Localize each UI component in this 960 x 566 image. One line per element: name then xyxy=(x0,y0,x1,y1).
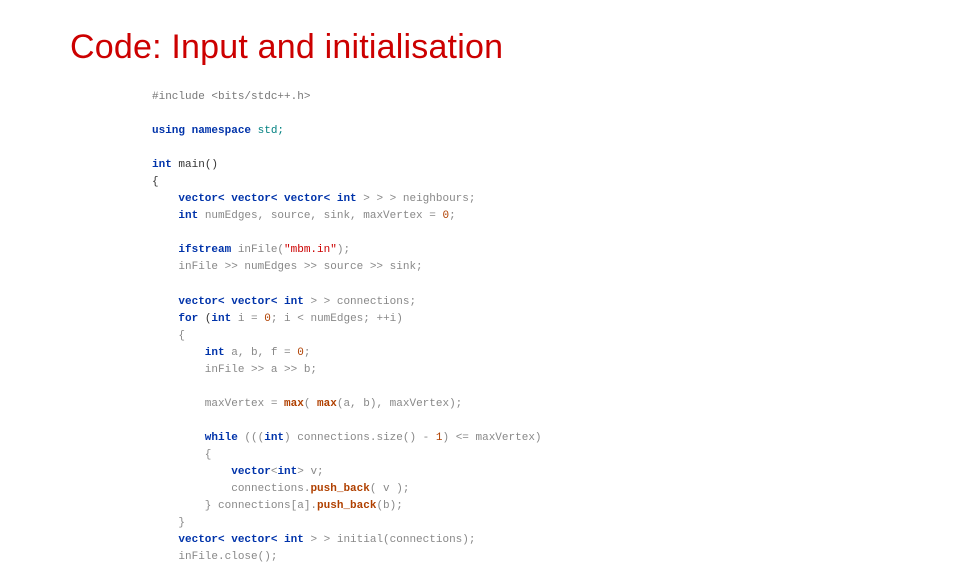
code-line: inFile >> a >> b; xyxy=(152,362,890,379)
code-line xyxy=(152,140,890,157)
code-line xyxy=(152,277,890,294)
code-line: { xyxy=(152,328,890,345)
code-line: vector<int> v; xyxy=(152,464,890,481)
code-line xyxy=(152,413,890,430)
code-line: int numEdges, source, sink, maxVertex = … xyxy=(152,208,890,225)
code-line: vector< vector< int > > connections; xyxy=(152,294,890,311)
code-line: connections.push_back( v ); xyxy=(152,481,890,498)
code-line: } connections[a].push_back(b); xyxy=(152,498,890,515)
code-block: #include <bits/stdc++.h> using namespace… xyxy=(70,89,890,566)
code-line: vector< vector< int > > initial(connecti… xyxy=(152,532,890,549)
code-line: #include <bits/stdc++.h> xyxy=(152,89,890,106)
code-line xyxy=(152,225,890,242)
code-line: { xyxy=(152,174,890,191)
code-line: while (((int) connections.size() - 1) <=… xyxy=(152,430,890,447)
slide-title: Code: Input and initialisation xyxy=(70,28,890,67)
code-line: vector< vector< vector< int > > > neighb… xyxy=(152,191,890,208)
code-line: inFile.close(); xyxy=(152,549,890,566)
code-line: } xyxy=(152,515,890,532)
code-line: int a, b, f = 0; xyxy=(152,345,890,362)
code-line: ifstream inFile("mbm.in"); xyxy=(152,242,890,259)
code-line: int main() xyxy=(152,157,890,174)
code-line xyxy=(152,379,890,396)
code-line xyxy=(152,106,890,123)
code-line: maxVertex = max( max(a, b), maxVertex); xyxy=(152,396,890,413)
code-line: inFile >> numEdges >> source >> sink; xyxy=(152,259,890,276)
code-line: for (int i = 0; i < numEdges; ++i) xyxy=(152,311,890,328)
code-line: { xyxy=(152,447,890,464)
slide: Code: Input and initialisation #include … xyxy=(0,0,960,540)
code-line: using namespace std; xyxy=(152,123,890,140)
